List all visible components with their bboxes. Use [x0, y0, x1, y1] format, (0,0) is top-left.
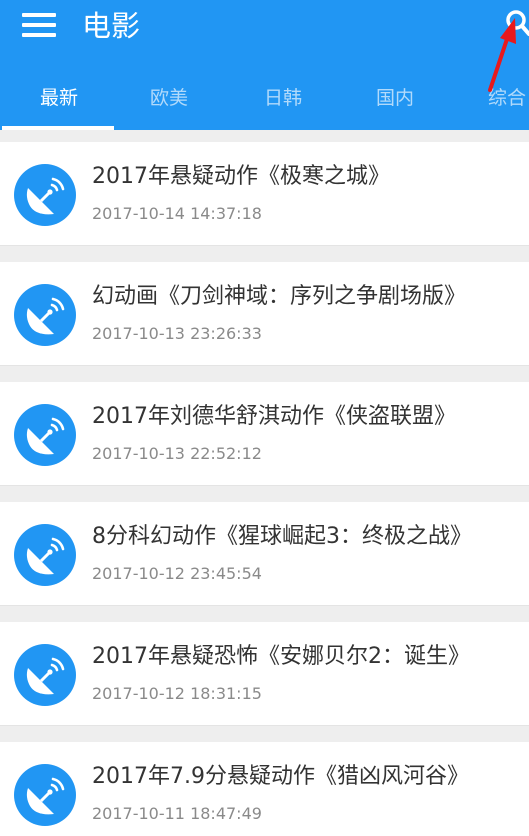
list-item[interactable]: 2017年刘德华舒淇动作《侠盗联盟》 2017-10-13 22:52:12: [0, 382, 529, 486]
tab-general[interactable]: 综合: [450, 66, 529, 130]
satellite-dish-icon: [14, 164, 76, 226]
list-item[interactable]: 2017年7.9分悬疑动作《猎凶风河谷》 2017-10-11 18:47:49: [0, 742, 529, 836]
tab-indicator: [2, 126, 114, 130]
item-title: 2017年7.9分悬疑动作《猎凶风河谷》: [92, 764, 469, 789]
tab-domestic[interactable]: 国内: [338, 66, 452, 130]
search-icon[interactable]: [497, 6, 529, 40]
satellite-dish-icon: [14, 764, 76, 826]
item-timestamp: 2017-10-12 23:45:54: [92, 564, 262, 583]
item-timestamp: 2017-10-13 22:52:12: [92, 444, 262, 463]
item-timestamp: 2017-10-11 18:47:49: [92, 804, 262, 823]
app-root: 电影 最新 欧美 日韩 国内 综合 2017年悬疑动作《极寒之城》 2017-1…: [0, 0, 529, 836]
item-title: 幻动画《刀剑神域：序列之争剧场版》: [92, 284, 467, 309]
menu-line: [22, 33, 56, 37]
satellite-dish-icon: [14, 404, 76, 466]
list-item[interactable]: 2017年悬疑恐怖《安娜贝尔2：诞生》 2017-10-12 18:31:15: [0, 622, 529, 726]
tab-western[interactable]: 欧美: [112, 66, 226, 130]
item-timestamp: 2017-10-13 23:26:33: [92, 324, 262, 343]
item-title: 2017年悬疑恐怖《安娜贝尔2：诞生》: [92, 644, 470, 669]
menu-line: [22, 23, 56, 27]
list-item[interactable]: 2017年悬疑动作《极寒之城》 2017-10-14 14:37:18: [0, 142, 529, 246]
top-app-bar: 电影 最新 欧美 日韩 国内 综合: [0, 0, 529, 130]
toolbar: 电影: [0, 0, 529, 66]
satellite-dish-icon: [14, 644, 76, 706]
item-title: 2017年悬疑动作《极寒之城》: [92, 164, 390, 189]
item-timestamp: 2017-10-12 18:31:15: [92, 684, 262, 703]
tab-latest[interactable]: 最新: [2, 66, 116, 130]
page-title: 电影: [82, 9, 141, 43]
category-tabs: 最新 欧美 日韩 国内 综合: [0, 66, 529, 130]
menu-line: [22, 13, 56, 17]
item-title: 8分科幻动作《猩球崛起3：终极之战》: [92, 524, 472, 549]
satellite-dish-icon: [14, 284, 76, 346]
satellite-dish-icon: [14, 524, 76, 586]
list-item[interactable]: 幻动画《刀剑神域：序列之争剧场版》 2017-10-13 23:26:33: [0, 262, 529, 366]
item-timestamp: 2017-10-14 14:37:18: [92, 204, 262, 223]
menu-icon[interactable]: [22, 13, 58, 39]
item-title: 2017年刘德华舒淇动作《侠盗联盟》: [92, 404, 456, 429]
tab-japan-korea[interactable]: 日韩: [226, 66, 340, 130]
list-item[interactable]: 8分科幻动作《猩球崛起3：终极之战》 2017-10-12 23:45:54: [0, 502, 529, 606]
